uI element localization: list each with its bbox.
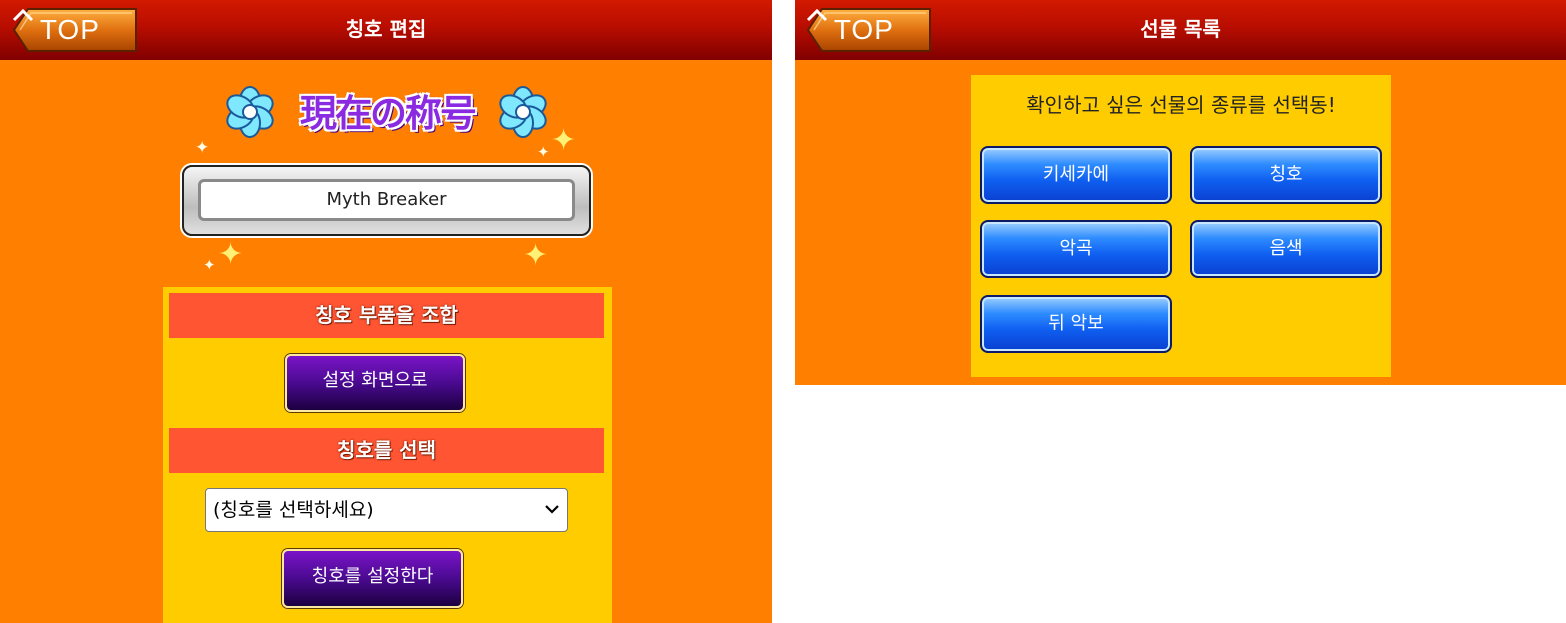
sparkle-icon: ✦ [195, 138, 210, 158]
title-select-dropdown[interactable]: (칭호를 선택하세요) [205, 488, 568, 532]
top-button[interactable]: TOP [806, 8, 932, 52]
top-button-label: TOP [12, 8, 138, 52]
gift-list-screen: 선물 목록 TOP 확인하고 싶은 선물의 종류를 선택동! 키세카에 칭호 악… [795, 0, 1566, 385]
sparkle-icon: ✦ [551, 123, 577, 158]
set-title-button[interactable]: 칭호를 설정한다 [282, 549, 463, 608]
current-title-heading: 現在の称号 [300, 91, 477, 135]
select-title-heading: 칭호를 선택 [169, 428, 604, 473]
sparkle-icon: ✦ [203, 256, 216, 274]
current-title-value: Myth Breaker [198, 179, 575, 221]
title-settings-panel: 칭호 부품을 조합 설정 화면으로 칭호를 선택 (칭호를 선택하세요) 칭호를… [163, 287, 612, 623]
flower-icon [226, 86, 274, 138]
gift-category-sound-button[interactable]: 음색 [1190, 220, 1382, 278]
header-bar: 칭호 편집 TOP [0, 0, 772, 60]
title-edit-screen: 칭호 편집 TOP 現在の称号 ✦ ✦ ✦ ✦ ✦ ✦ Myth Breaker… [0, 0, 772, 623]
top-button-label: TOP [806, 8, 932, 52]
gift-category-panel: 확인하고 싶은 선물의 종류를 선택동! 키세카에 칭호 악곡 음색 뒤 악보 [971, 75, 1391, 377]
chevron-down-icon [545, 505, 559, 514]
gift-category-prompt: 확인하고 싶은 선물의 종류를 선택동! [1026, 93, 1336, 117]
sparkle-icon: ✦ [523, 238, 549, 273]
current-title-emblem: 現在の称号 [215, 78, 560, 150]
header-bar: 선물 목록 TOP [795, 0, 1566, 60]
gift-category-kisekae-button[interactable]: 키세카에 [980, 146, 1172, 204]
current-title-frame: Myth Breaker [182, 165, 591, 236]
combine-parts-heading: 칭호 부품을 조합 [169, 293, 604, 338]
sparkle-icon: ✦ [218, 237, 244, 272]
settings-screen-button[interactable]: 설정 화면으로 [285, 354, 465, 412]
gift-category-ura-score-button[interactable]: 뒤 악보 [980, 295, 1172, 353]
top-button[interactable]: TOP [12, 8, 138, 52]
sparkle-icon: ✦ [537, 143, 550, 161]
flower-icon [499, 86, 547, 138]
gift-category-song-button[interactable]: 악곡 [980, 220, 1172, 278]
gift-category-title-button[interactable]: 칭호 [1190, 146, 1382, 204]
title-select-value: (칭호를 선택하세요) [213, 499, 374, 521]
